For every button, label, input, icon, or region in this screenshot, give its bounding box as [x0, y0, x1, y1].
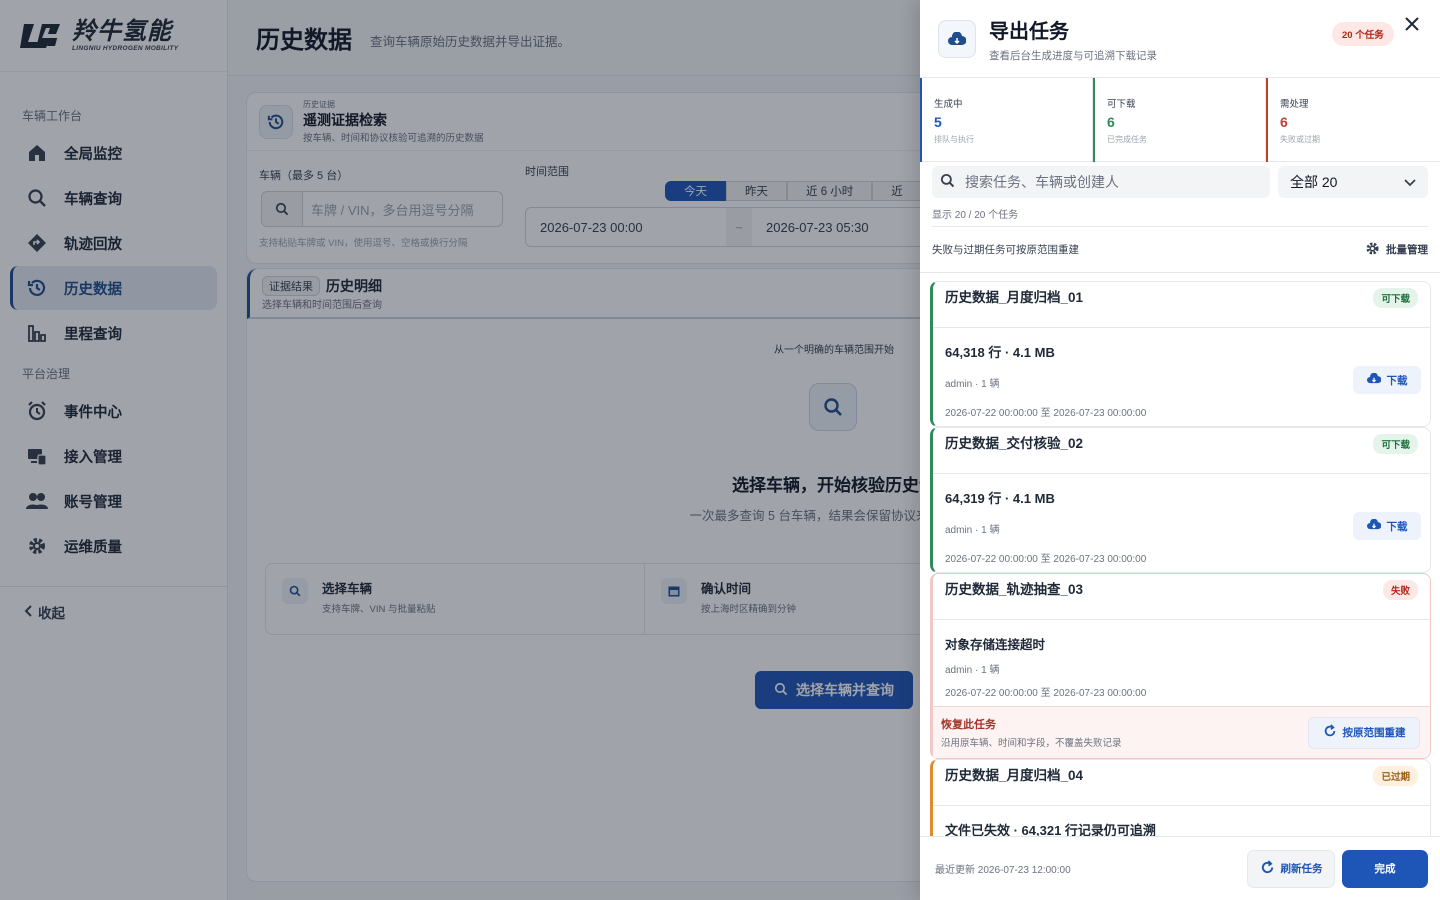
task-size: 64,319 行 · 4.1 MB	[945, 491, 1055, 506]
download-button[interactable]: 下载	[1353, 366, 1421, 394]
stat-value: 6	[1107, 114, 1115, 130]
task-card: 历史数据_交付核验_02 可下载 64,319 行 · 4.1 MB admin…	[930, 427, 1431, 573]
status-badge: 失败	[1382, 580, 1418, 600]
bulk-manage-button[interactable]: 批量管理	[1365, 241, 1428, 259]
task-range: 2026-07-22 00:00:00 至 2026-07-23 00:00:0…	[945, 688, 1147, 699]
drawer-header: 导出任务 查看后台生成进度与可追溯下载记录 20 个任务	[920, 0, 1440, 78]
task-size: 64,318 行 · 4.1 MB	[945, 345, 1055, 360]
close-icon[interactable]	[1402, 14, 1422, 34]
task-size: 文件已失效 · 64,321 行记录仍可追溯	[945, 823, 1156, 836]
cloud-download-icon	[938, 19, 976, 58]
bulk-row: 失败与过期任务可按原范围重建 批量管理	[932, 226, 1428, 272]
stat-generating[interactable]: 生成中 5 排队与执行	[920, 78, 1093, 162]
rebuild-button[interactable]: 按原范围重建	[1308, 716, 1420, 749]
refresh-tasks-button[interactable]: 刷新任务	[1247, 849, 1335, 888]
bulk-note: 失败与过期任务可按原范围重建	[932, 244, 1079, 256]
download-label: 下载	[1386, 374, 1408, 387]
stat-value: 6	[1280, 114, 1288, 130]
chevron-down-icon	[1404, 174, 1416, 190]
refresh-icon	[1323, 724, 1337, 741]
refresh-icon	[1260, 859, 1275, 878]
refresh-label: 刷新任务	[1280, 863, 1323, 875]
showing-count: 显示 20 / 20 个任务	[932, 210, 1019, 221]
task-count-badge: 20 个任务	[1332, 22, 1394, 46]
task-card: 历史数据_轨迹抽查_03 失败 对象存储连接超时 admin · 1 辆 202…	[930, 573, 1431, 759]
bulk-manage-label: 批量管理	[1386, 244, 1428, 256]
task-range: 2026-07-22 00:00:00 至 2026-07-23 00:00:0…	[945, 408, 1147, 419]
done-button[interactable]: 完成	[1342, 849, 1428, 888]
stat-desc: 排队与执行	[934, 135, 974, 144]
task-stats: 生成中 5 排队与执行 可下载 6 已完成任务 需处理 6 失败或过期	[920, 78, 1440, 162]
task-search-input[interactable]: 搜索任务、车辆或创建人	[932, 166, 1270, 198]
last-update: 最近更新 2026-07-23 12:00:00	[935, 865, 1071, 876]
task-name: 历史数据_轨迹抽查_03	[945, 582, 1084, 597]
task-error: 对象存储连接超时	[945, 638, 1046, 652]
task-name: 历史数据_月度归档_01	[945, 290, 1084, 305]
cloud-download-icon	[1366, 372, 1381, 387]
task-name: 历史数据_交付核验_02	[945, 436, 1084, 451]
modal-backdrop[interactable]	[0, 0, 920, 900]
status-badge: 可下载	[1373, 288, 1418, 308]
stat-label: 可下载	[1107, 99, 1136, 110]
recover-panel: 恢复此任务 沿用原车辆、时间和字段，不覆盖失败记录 按原范围重建	[933, 706, 1430, 758]
stat-needs-action[interactable]: 需处理 6 失败或过期	[1266, 78, 1439, 162]
status-filter-value: 全部 20	[1290, 174, 1338, 190]
recover-desc: 沿用原车辆、时间和字段，不覆盖失败记录	[941, 738, 1122, 749]
task-search-placeholder: 搜索任务、车辆或创建人	[965, 174, 1119, 190]
search-icon	[940, 173, 955, 191]
export-tasks-drawer: 导出任务 查看后台生成进度与可追溯下载记录 20 个任务 生成中 5 排队与执行…	[920, 0, 1440, 900]
drawer-footer: 最近更新 2026-07-23 12:00:00 刷新任务 完成	[920, 836, 1440, 900]
task-range: 2026-07-22 00:00:00 至 2026-07-23 00:00:0…	[945, 554, 1147, 565]
task-card: 历史数据_月度归档_04 已过期 文件已失效 · 64,321 行记录仍可追溯	[930, 759, 1431, 836]
stat-label: 需处理	[1280, 99, 1309, 110]
stat-desc: 已完成任务	[1107, 135, 1147, 144]
task-name: 历史数据_月度归档_04	[945, 768, 1084, 783]
drawer-title: 导出任务	[989, 20, 1069, 43]
download-label: 下载	[1386, 520, 1408, 533]
task-card: 历史数据_月度归档_01 可下载 64,318 行 · 4.1 MB admin…	[930, 281, 1431, 427]
stat-label: 生成中	[934, 99, 963, 110]
gear-icon	[1365, 241, 1380, 259]
drawer-subtitle: 查看后台生成进度与可追溯下载记录	[989, 49, 1157, 62]
status-badge: 可下载	[1373, 434, 1418, 454]
stat-downloadable[interactable]: 可下载 6 已完成任务	[1093, 78, 1266, 162]
recover-title: 恢复此任务	[941, 719, 996, 731]
download-button[interactable]: 下载	[1353, 512, 1421, 540]
task-meta: admin · 1 辆	[945, 379, 1000, 390]
task-list: 历史数据_月度归档_01 可下载 64,318 行 · 4.1 MB admin…	[920, 272, 1440, 836]
task-meta: admin · 1 辆	[945, 525, 1000, 536]
cloud-download-icon	[1366, 518, 1381, 533]
status-filter-select[interactable]: 全部 20	[1278, 166, 1428, 198]
task-meta: admin · 1 辆	[945, 665, 1000, 676]
rebuild-label: 按原范围重建	[1342, 727, 1406, 739]
filter-row: 搜索任务、车辆或创建人 全部 20	[932, 166, 1428, 198]
status-badge: 已过期	[1373, 766, 1418, 786]
stat-desc: 失败或过期	[1280, 135, 1320, 144]
stat-value: 5	[934, 114, 942, 130]
